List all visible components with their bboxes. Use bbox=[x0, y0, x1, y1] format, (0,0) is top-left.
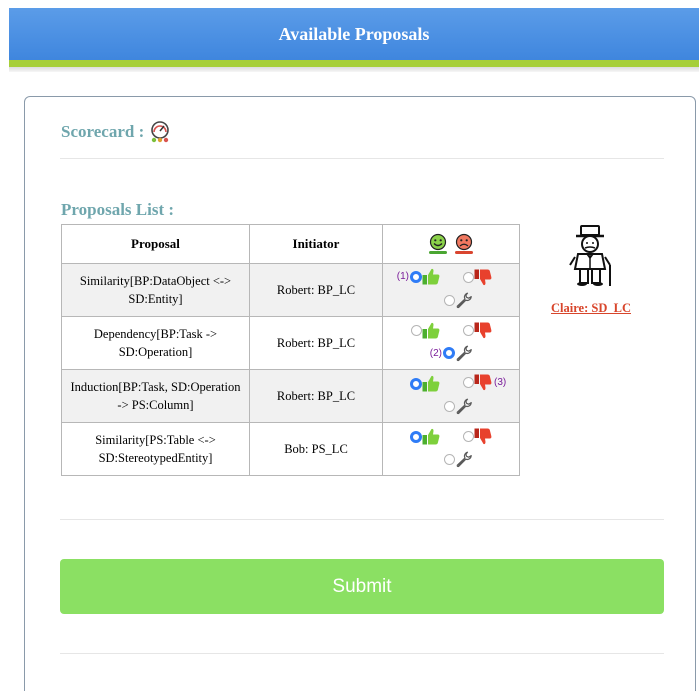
proposal-text-line: -> PS:Column] bbox=[117, 398, 194, 412]
proposal-cell: Similarity[PS:Table <-> SD:StereotypedEnt… bbox=[61, 422, 250, 476]
annotation-tag: (1) bbox=[396, 271, 409, 282]
proposal-text-line: SD:Operation] bbox=[118, 345, 193, 359]
reject-radio[interactable] bbox=[463, 377, 474, 388]
accept-radio[interactable] bbox=[410, 270, 422, 283]
wrench-icon bbox=[455, 397, 473, 415]
gauge-icon[interactable] bbox=[150, 121, 170, 143]
scorecard-heading: Scorecard : bbox=[61, 121, 170, 143]
main-panel: Scorecard : Proposals List : Proposal In… bbox=[24, 96, 696, 691]
thumbs-down-icon bbox=[474, 428, 492, 445]
proposal-cell: Similarity[BP:DataObject <-> SD:Entity] bbox=[61, 263, 250, 317]
initiator-cell: Bob: PS_LC bbox=[249, 422, 383, 476]
vote-cell bbox=[382, 422, 520, 476]
proposal-text-line: SD:Entity] bbox=[128, 292, 183, 306]
proposals-table: Proposal Initiator Similarity[BP:DataObj… bbox=[61, 224, 520, 476]
initiator-cell: Robert: BP_LC bbox=[249, 316, 383, 370]
thumbs-down-icon bbox=[474, 322, 492, 339]
table-row: Similarity[PS:Table <-> SD:StereotypedEnt… bbox=[61, 422, 520, 476]
initiator-cell: Robert: BP_LC bbox=[249, 369, 383, 423]
reject-radio[interactable] bbox=[463, 272, 474, 283]
page-title: Available Proposals bbox=[278, 23, 430, 44]
modify-radio[interactable] bbox=[444, 400, 455, 412]
wrench-icon bbox=[455, 291, 473, 309]
thumbs-up-icon bbox=[422, 428, 440, 445]
submit-button[interactable]: Submit bbox=[60, 559, 664, 614]
divider bbox=[60, 158, 664, 159]
proposal-text-line: SD:StereotypedEntity] bbox=[98, 451, 213, 465]
reject-radio[interactable] bbox=[463, 431, 474, 442]
header-accent-stripe bbox=[9, 60, 699, 67]
initiator-cell: Robert: BP_LC bbox=[249, 263, 383, 317]
proposals-list-heading: Proposals List : bbox=[61, 200, 175, 219]
accept-radio[interactable] bbox=[410, 377, 422, 390]
proposal-text-line: Induction[BP:Task, SD:Operation bbox=[70, 380, 241, 394]
table-row: Similarity[BP:DataObject <-> SD:Entity] Ro… bbox=[61, 263, 520, 317]
vote-cell: (2) bbox=[382, 316, 520, 370]
divider bbox=[60, 519, 664, 520]
table-row: Induction[BP:Task, SD:Operation -> PS:Col… bbox=[61, 369, 520, 423]
user-link[interactable]: Claire: SD_LC bbox=[551, 301, 631, 316]
proposal-text-line: Similarity[BP:DataObject <-> bbox=[79, 274, 232, 288]
page-header: Available Proposals bbox=[9, 8, 699, 60]
vote-cell: (3) bbox=[382, 369, 520, 423]
modify-radio[interactable] bbox=[443, 347, 455, 359]
thumbs-down-icon bbox=[474, 269, 492, 286]
thumbs-up-icon bbox=[422, 375, 440, 392]
divider bbox=[60, 653, 664, 654]
proposal-text-line: Similarity[PS:Table <-> bbox=[95, 433, 216, 447]
thumbs-down-icon bbox=[474, 374, 492, 391]
accept-radio[interactable] bbox=[411, 325, 422, 336]
modify-radio[interactable] bbox=[444, 294, 455, 306]
reject-radio[interactable] bbox=[463, 325, 474, 336]
table-header-row: Proposal Initiator bbox=[61, 224, 520, 264]
thumbs-up-icon bbox=[422, 268, 440, 285]
column-header-proposal: Proposal bbox=[61, 224, 250, 264]
wrench-icon bbox=[455, 450, 473, 468]
wrench-icon bbox=[455, 344, 473, 362]
modify-radio[interactable] bbox=[444, 453, 455, 465]
smiley-happy-icon bbox=[428, 233, 448, 255]
proposal-cell: Dependency[BP:Task -> SD:Operation] bbox=[61, 316, 250, 370]
proposal-text-line: Dependency[BP:Task -> bbox=[93, 327, 218, 341]
gentleman-character-icon bbox=[560, 225, 620, 287]
thumbs-up-icon bbox=[422, 322, 440, 339]
vote-cell: (1) bbox=[382, 263, 520, 317]
annotation-tag: (3) bbox=[494, 377, 507, 388]
proposal-cell: Induction[BP:Task, SD:Operation -> PS:Col… bbox=[61, 369, 250, 423]
smiley-sad-icon bbox=[454, 233, 474, 255]
column-header-vote bbox=[382, 224, 520, 264]
table-row: Dependency[BP:Task -> SD:Operation] Robert… bbox=[61, 316, 520, 370]
scorecard-label: Scorecard : bbox=[61, 122, 145, 141]
header-shadow bbox=[9, 67, 699, 72]
column-header-initiator: Initiator bbox=[249, 224, 383, 264]
annotation-tag: (2) bbox=[429, 347, 442, 359]
accept-radio[interactable] bbox=[410, 430, 422, 443]
